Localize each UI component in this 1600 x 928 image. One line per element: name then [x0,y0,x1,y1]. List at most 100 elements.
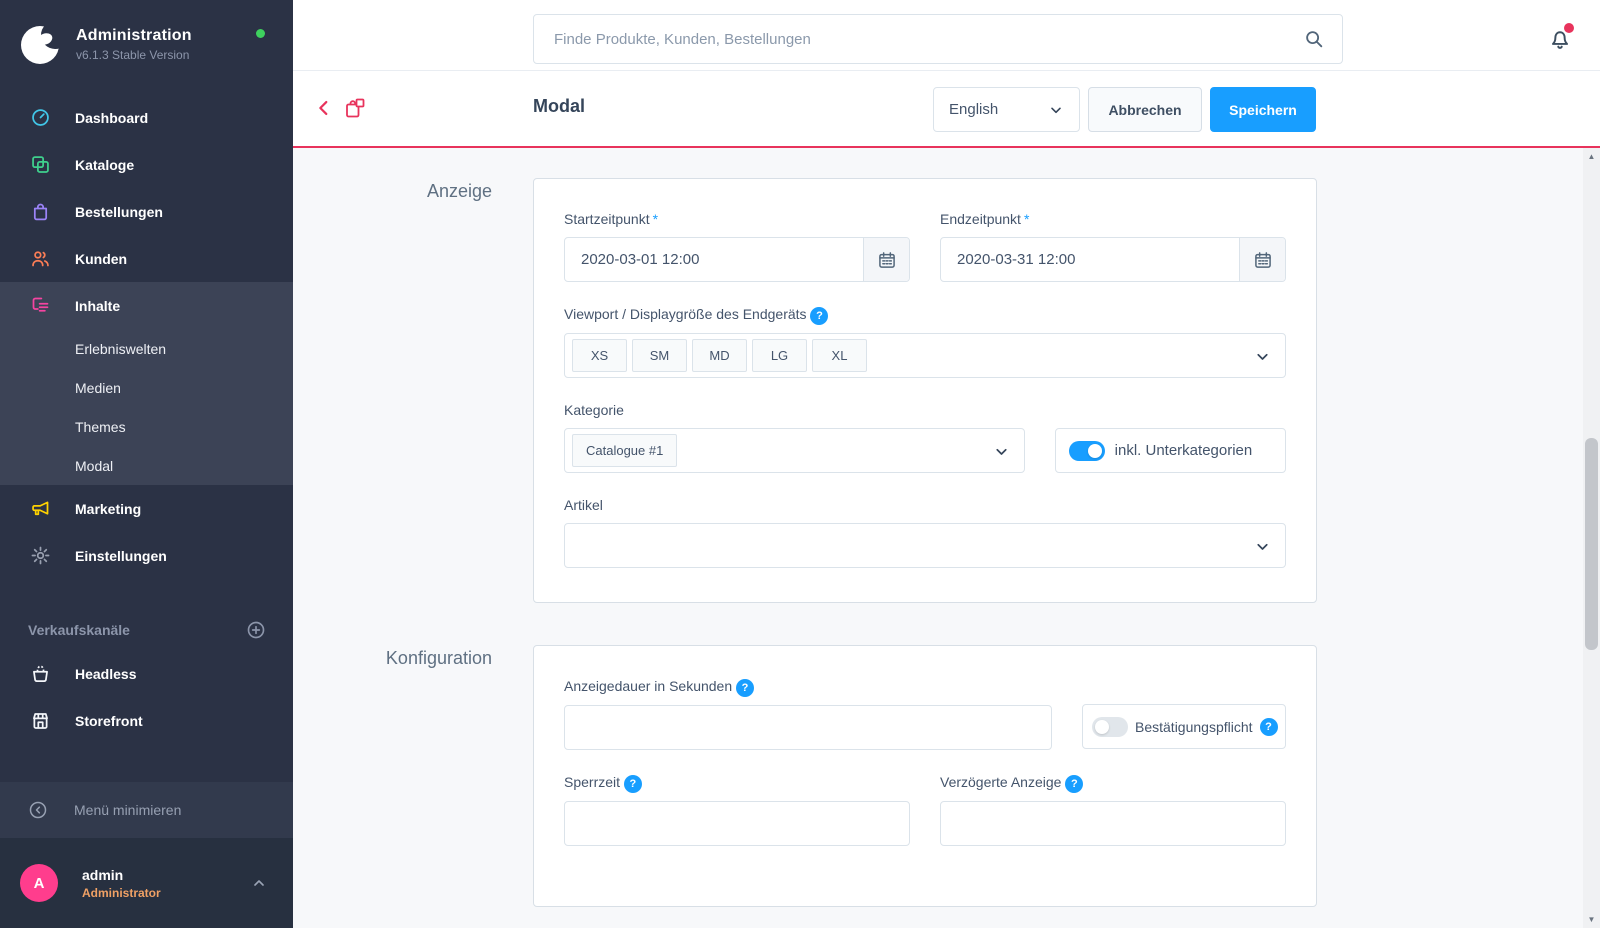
gear-icon [30,545,51,566]
confirmation-toggle[interactable] [1092,717,1128,737]
viewport-field: Viewport / Displaygröße des Endgeräts ? … [564,304,1286,378]
sidebar-subitem-label: Modal [75,458,113,474]
avatar: A [20,864,58,902]
sidebar-item-marketing[interactable]: Marketing [0,485,293,532]
content-icon [30,295,51,316]
sidebar-item-modal[interactable]: Modal [0,446,293,485]
sidebar-item-inhalte[interactable]: Inhalte [0,282,293,329]
viewport-label: Viewport / Displaygröße des Endgeräts ? [564,304,1286,325]
scroll-up-arrow[interactable]: ▲ [1583,152,1600,161]
add-sales-channel-button[interactable] [246,620,266,640]
help-icon[interactable]: ? [1065,775,1083,793]
subcategories-toggle-box: inkl. Unterkategorien [1055,428,1286,473]
brand-header[interactable]: Administration v6.1.3 Stable Version [0,0,293,85]
sidebar-subitem-label: Medien [75,380,121,396]
scrollbar-thumb[interactable] [1585,438,1598,650]
delayed-display-label: Verzögerte Anzeige ? [940,772,1286,793]
viewport-tag: LG [752,339,807,372]
sidebar-item-label: Kataloge [75,157,134,173]
help-icon[interactable]: ? [1260,718,1278,736]
language-select[interactable]: English [933,87,1080,132]
help-icon[interactable]: ? [810,307,828,325]
sidebar: Administration v6.1.3 Stable Version Das… [0,0,293,928]
konfiguration-card: Anzeigedauer in Sekunden ? Bestätigungsp… [533,645,1317,907]
notification-dot [1564,23,1574,33]
collapse-menu-button[interactable]: Menü minimieren [0,782,293,838]
start-time-field: Startzeitpunkt* [564,209,910,282]
subcategories-toggle[interactable] [1069,441,1105,461]
confirmation-label: Bestätigungspflicht [1135,719,1253,735]
article-field: Artikel [564,495,1286,568]
help-icon[interactable]: ? [736,679,754,697]
sidebar-item-headless[interactable]: Headless [0,650,293,697]
sidebar-item-einstellungen[interactable]: Einstellungen [0,532,293,579]
top-bar [293,0,1600,71]
main-menu: Dashboard Kataloge Bestellungen Kunden [0,94,293,579]
category-field: Kategorie Catalogue #1 inkl. Unterkatego… [564,400,1286,473]
sidebar-subitem-label: Erlebniswelten [75,341,166,357]
basket-icon [30,663,51,684]
calendar-icon[interactable] [1239,238,1285,281]
scroll-down-arrow[interactable]: ▼ [1583,915,1600,924]
chevron-up-icon [251,875,267,891]
sidebar-item-dashboard[interactable]: Dashboard [0,94,293,141]
customers-icon [30,248,51,269]
viewport-tag: SM [632,339,687,372]
sidebar-item-label: Dashboard [75,110,148,126]
category-select[interactable]: Catalogue #1 [564,428,1025,473]
article-select[interactable] [564,523,1286,568]
section-title-konfiguration: Konfiguration [293,645,492,907]
duration-label: Anzeigedauer in Sekunden ? [564,676,1052,697]
sidebar-item-label: Storefront [75,713,143,729]
section-anzeige: Anzeige Startzeitpunkt* Endzeitpunkt* [293,178,1600,603]
delayed-display-input[interactable] [940,801,1286,846]
sidebar-item-label: Headless [75,666,136,682]
duration-input[interactable] [564,705,1052,750]
content-module-icon [343,96,367,120]
dashboard-icon [30,107,51,128]
shopware-logo-icon [20,25,60,65]
chevron-down-icon [1254,348,1271,365]
sidebar-group-inhalte: Inhalte Erlebniswelten Medien Themes Mod… [0,282,293,485]
back-button[interactable] [313,97,335,119]
cancel-button[interactable]: Abbrechen [1088,87,1202,132]
end-time-label: Endzeitpunkt* [940,209,1286,229]
search-icon[interactable] [1303,28,1325,50]
help-icon[interactable]: ? [624,775,642,793]
user-menu[interactable]: A admin Administrator [0,838,293,928]
marketing-icon [30,498,51,519]
sidebar-item-bestellungen[interactable]: Bestellungen [0,188,293,235]
lock-time-input[interactable] [564,801,910,846]
sidebar-item-kunden[interactable]: Kunden [0,235,293,282]
save-button[interactable]: Speichern [1210,87,1316,132]
sidebar-subitem-label: Themes [75,419,126,435]
subcategories-label: inkl. Unterkategorien [1115,442,1253,459]
start-time-input[interactable] [565,238,863,281]
start-time-label: Startzeitpunkt* [564,209,910,229]
collapse-menu-label: Menü minimieren [74,802,181,818]
vertical-scrollbar[interactable]: ▲ ▼ [1583,148,1600,928]
collapse-chevron-icon [28,800,48,820]
search-input[interactable] [533,14,1343,64]
confirmation-toggle-box: Bestätigungspflicht ? [1082,704,1286,749]
article-label: Artikel [564,495,1286,515]
notification-bell-button[interactable] [1547,25,1573,51]
sidebar-item-themes[interactable]: Themes [0,407,293,446]
sidebar-item-label: Marketing [75,501,141,517]
sidebar-item-kataloge[interactable]: Kataloge [0,141,293,188]
category-tag: Catalogue #1 [572,434,677,467]
content-area: Anzeige Startzeitpunkt* Endzeitpunkt* [293,148,1600,928]
end-time-input[interactable] [941,238,1239,281]
sidebar-item-storefront[interactable]: Storefront [0,697,293,744]
smart-bar: Modal English Abbrechen Speichern [293,71,1600,148]
end-time-field: Endzeitpunkt* [940,209,1286,282]
sidebar-item-erlebniswelten[interactable]: Erlebniswelten [0,329,293,368]
section-title-anzeige: Anzeige [293,178,492,603]
user-role: Administrator [82,886,251,900]
viewport-multiselect[interactable]: XS SM MD LG XL [564,333,1286,378]
required-asterisk: * [1024,211,1029,227]
lock-time-field: Sperrzeit ? [564,772,910,846]
calendar-icon[interactable] [863,238,909,281]
sidebar-item-medien[interactable]: Medien [0,368,293,407]
viewport-tag: MD [692,339,747,372]
